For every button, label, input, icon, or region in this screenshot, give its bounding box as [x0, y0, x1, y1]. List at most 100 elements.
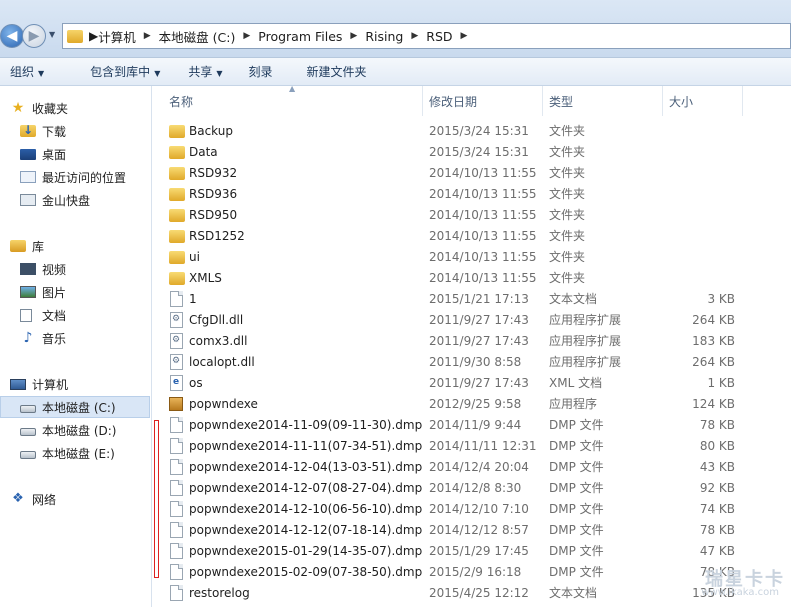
file-name: RSD932: [189, 165, 238, 180]
breadcrumb-item-drive-c[interactable]: 本地磁盘 (C:) ▶: [159, 27, 259, 46]
burn-button[interactable]: 刻录: [239, 63, 283, 80]
file-name-cell: 1: [169, 288, 197, 309]
file-row[interactable]: Backup 2015/3/24 15:31 文件夹: [153, 120, 791, 141]
column-header-date[interactable]: 修改日期: [423, 86, 543, 116]
file-name-cell: popwndexe2014-12-12(07-18-14).dmp: [169, 519, 422, 540]
sidebar-item-favorites[interactable]: ★ 收藏夹: [10, 97, 68, 119]
file-row[interactable]: popwndexe2014-11-11(07-34-51).dmp 2014/11…: [153, 435, 791, 456]
organize-button[interactable]: 组织 ▼: [0, 63, 54, 80]
file-row[interactable]: XMLS 2014/10/13 11:55 文件夹: [153, 267, 791, 288]
sidebar-item-network[interactable]: ❖ 网络: [10, 488, 56, 510]
breadcrumb-separator-icon[interactable]: ▶: [144, 31, 151, 41]
file-name: comx3.dll: [189, 333, 248, 348]
file-date: 2012/9/25 9:58: [429, 396, 522, 411]
breadcrumb[interactable]: ▶ 计算机 ▶ 本地磁盘 (C:) ▶ Program Files ▶ Rising ▶…: [62, 23, 791, 49]
sidebar-item-libraries[interactable]: 库: [10, 235, 44, 257]
breadcrumb-separator-icon[interactable]: ▶: [89, 29, 98, 43]
sidebar-item-pictures[interactable]: 图片: [20, 281, 66, 303]
breadcrumb-item-rsd[interactable]: RSD ▶: [426, 29, 475, 44]
file-row[interactable]: localopt.dll 2011/9/30 8:58 应用程序扩展 264 KB: [153, 351, 791, 372]
sidebar-item-drive-c[interactable]: 本地磁盘 (C:): [0, 396, 150, 418]
file-icon: [170, 416, 183, 433]
file-row[interactable]: popwndexe2014-11-09(09-11-30).dmp 2014/11…: [153, 414, 791, 435]
file-name-cell: Backup: [169, 120, 233, 141]
file-row[interactable]: popwndexe2014-12-07(08-27-04).dmp 2014/12…: [153, 477, 791, 498]
file-row[interactable]: RSD1252 2014/10/13 11:55 文件夹: [153, 225, 791, 246]
star-icon: ★: [11, 100, 25, 116]
file-row[interactable]: popwndexe2014-12-04(13-03-51).dmp 2014/12…: [153, 456, 791, 477]
breadcrumb-separator-icon[interactable]: ▶: [411, 31, 418, 41]
column-header-size[interactable]: 大小: [663, 86, 743, 116]
forward-button[interactable]: ▶: [22, 24, 46, 48]
column-header-row: ▲ 名称 修改日期 类型 大小: [153, 84, 791, 116]
back-arrow-icon: ◀: [6, 28, 18, 44]
file-row[interactable]: RSD932 2014/10/13 11:55 文件夹: [153, 162, 791, 183]
file-row[interactable]: restorelog 2015/4/25 12:12 文本文档 135 KB: [153, 582, 791, 603]
file-list: ▲ 名称 修改日期 类型 大小 Backup 2015/3/24 15:31 文件夹…: [153, 84, 791, 607]
file-row[interactable]: popwndexe2014-12-10(06-56-10).dmp 2014/12…: [153, 498, 791, 519]
file-type: DMP 文件: [549, 544, 604, 558]
recent-pages-dropdown-icon[interactable]: ▼: [49, 30, 55, 39]
sidebar-item-music[interactable]: ♪ 音乐: [20, 327, 66, 349]
sidebar-item-computer[interactable]: 计算机: [10, 373, 68, 395]
file-type: DMP 文件: [549, 502, 604, 516]
column-header-name[interactable]: 名称: [163, 86, 423, 116]
file-size: 264 KB: [692, 312, 735, 327]
sidebar-item-desktop[interactable]: 桌面: [20, 143, 66, 165]
file-row[interactable]: comx3.dll 2011/9/27 17:43 应用程序扩展 183 KB: [153, 330, 791, 351]
sidebar-item-kingsoft[interactable]: 金山快盘: [20, 189, 90, 211]
file-row[interactable]: CfgDll.dll 2011/9/27 17:43 应用程序扩展 264 KB: [153, 309, 791, 330]
sidebar-item-videos[interactable]: 视频: [20, 258, 66, 280]
file-name: Data: [189, 144, 218, 159]
file-name: popwndexe2014-12-07(08-27-04).dmp: [189, 480, 423, 495]
file-type: 应用程序扩展: [549, 313, 622, 327]
file-row[interactable]: popwndexe2015-02-09(07-38-50).dmp 2015/2/…: [153, 561, 791, 582]
breadcrumb-separator-icon[interactable]: ▶: [461, 31, 468, 41]
file-name: popwndexe2015-02-09(07-38-50).dmp: [189, 564, 423, 579]
back-button[interactable]: ◀: [0, 24, 24, 48]
command-bar: 组织 ▼ 包含到库中 ▼ 共享 ▼ 刻录 新建文件夹: [0, 58, 791, 86]
file-type: 应用程序: [549, 397, 598, 411]
file-name: popwndexe2014-12-12(07-18-14).dmp: [189, 522, 423, 537]
file-row[interactable]: popwndexe2015-01-29(14-35-07).dmp 2015/1/…: [153, 540, 791, 561]
file-type: 文件夹: [549, 229, 586, 243]
file-size: 43 KB: [699, 459, 735, 474]
include-in-library-button[interactable]: 包含到库中 ▼: [80, 63, 170, 80]
file-row[interactable]: RSD950 2014/10/13 11:55 文件夹: [153, 204, 791, 225]
file-name: popwndexe2014-12-10(06-56-10).dmp: [189, 501, 423, 516]
sidebar-item-drive-d[interactable]: 本地磁盘 (D:): [20, 419, 116, 441]
file-date: 2014/11/9 9:44: [429, 417, 522, 432]
file-row[interactable]: popwndexe 2012/9/25 9:58 应用程序 124 KB: [153, 393, 791, 414]
new-folder-button[interactable]: 新建文件夹: [297, 63, 377, 80]
sidebar-item-documents[interactable]: 文档: [20, 304, 66, 326]
navigation-pane: ★收藏夹 下载 桌面 最近访问的位置 金山快盘 库 视频 图片 文档 ♪音乐 计…: [0, 86, 152, 607]
file-type: 文件夹: [549, 271, 586, 285]
column-header-type[interactable]: 类型: [543, 86, 663, 116]
file-row[interactable]: ui 2014/10/13 11:55 文件夹: [153, 246, 791, 267]
share-button[interactable]: 共享 ▼: [178, 63, 232, 80]
sidebar-item-drive-e[interactable]: 本地磁盘 (E:): [20, 442, 115, 464]
file-name: ui: [189, 249, 200, 264]
breadcrumb-separator-icon[interactable]: ▶: [243, 31, 250, 41]
breadcrumb-item-program-files[interactable]: Program Files ▶: [258, 29, 365, 44]
sidebar-item-recent[interactable]: 最近访问的位置: [20, 166, 126, 188]
file-date: 2015/1/21 17:13: [429, 291, 529, 306]
file-name-cell: popwndexe2014-11-11(07-34-51).dmp: [169, 435, 422, 456]
file-row[interactable]: os 2011/9/27 17:43 XML 文档 1 KB: [153, 372, 791, 393]
breadcrumb-item-rising[interactable]: Rising ▶: [365, 29, 426, 44]
file-row[interactable]: popwndexe2014-12-12(07-18-14).dmp 2014/12…: [153, 519, 791, 540]
file-type: 应用程序扩展: [549, 355, 622, 369]
folder-icon: [169, 230, 185, 243]
file-row[interactable]: RSD936 2014/10/13 11:55 文件夹: [153, 183, 791, 204]
file-name: RSD950: [189, 207, 238, 222]
file-name: popwndexe2014-11-11(07-34-51).dmp: [189, 438, 423, 453]
breadcrumb-separator-icon[interactable]: ▶: [350, 31, 357, 41]
library-icon: [10, 240, 26, 252]
file-name-cell: popwndexe2014-12-07(08-27-04).dmp: [169, 477, 422, 498]
file-type: 文本文档: [549, 586, 598, 600]
file-row[interactable]: Data 2015/3/24 15:31 文件夹: [153, 141, 791, 162]
file-name-cell: popwndexe2015-01-29(14-35-07).dmp: [169, 540, 422, 561]
sidebar-item-downloads[interactable]: 下载: [20, 120, 66, 142]
file-row[interactable]: 1 2015/1/21 17:13 文本文档 3 KB: [153, 288, 791, 309]
breadcrumb-item-computer[interactable]: 计算机 ▶: [98, 27, 158, 46]
